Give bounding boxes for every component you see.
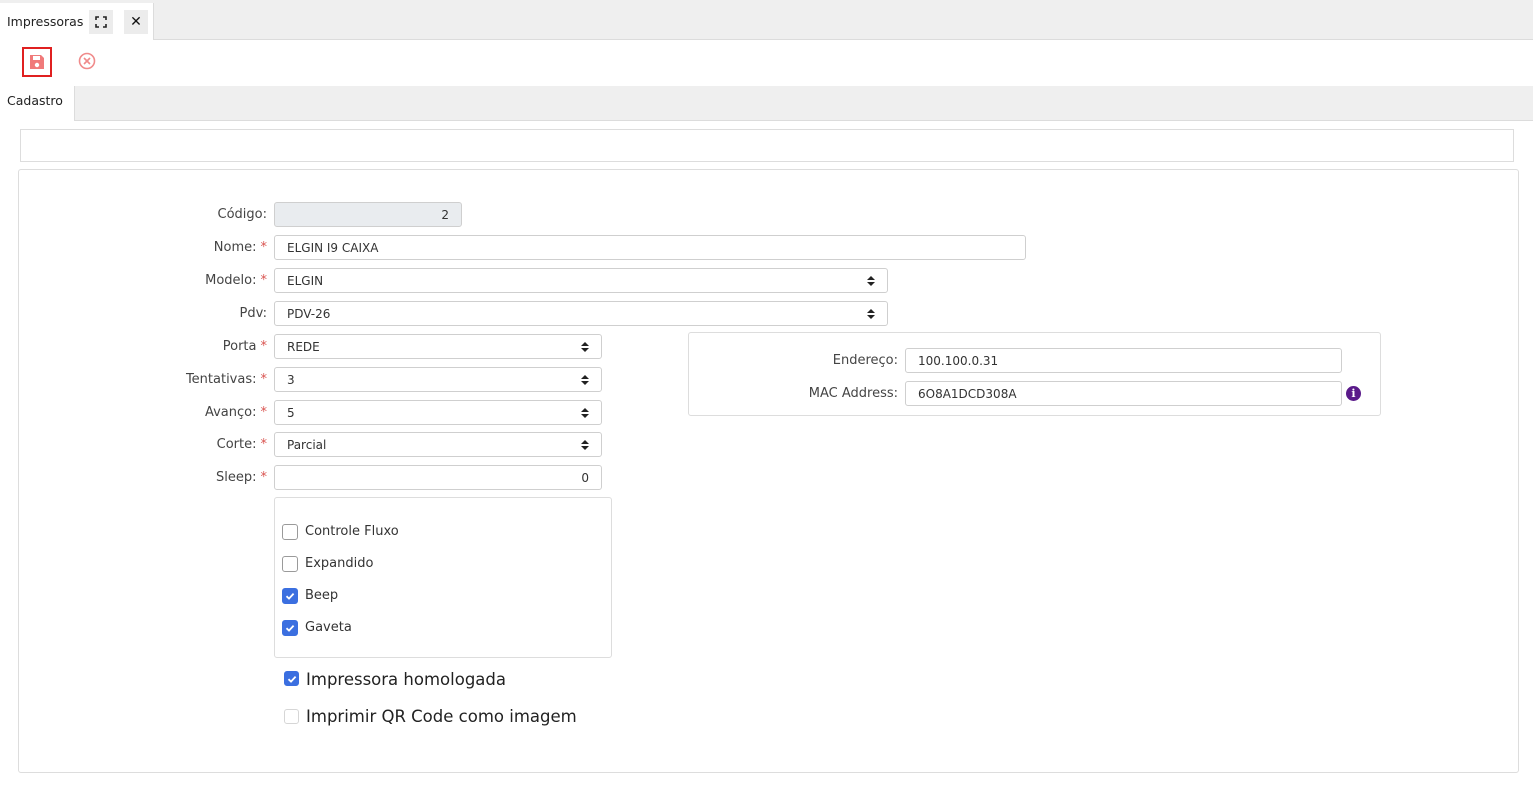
- sleep-input[interactable]: 0: [274, 465, 602, 490]
- tab-cadastro-label: Cadastro: [7, 93, 63, 108]
- tentativas-select[interactable]: 3: [274, 367, 602, 392]
- mac-address-input[interactable]: 6O8A1DCD308A: [905, 381, 1342, 406]
- codigo-field: 2: [274, 202, 462, 227]
- tab-impressoras[interactable]: Impressoras ✕: [0, 3, 154, 40]
- select-arrows-icon: [581, 440, 589, 450]
- checkmark-icon: [287, 675, 296, 683]
- qr-code-imagem-checkbox[interactable]: [284, 709, 299, 724]
- header-box: [20, 129, 1514, 162]
- porta-label: Porta *: [222, 339, 267, 354]
- checkmark-icon: [285, 592, 295, 600]
- expandido-label: Expandido: [305, 556, 374, 571]
- tab-title: Impressoras: [7, 14, 84, 29]
- nome-label: Nome: *: [213, 240, 267, 255]
- tentativas-label: Tentativas: *: [185, 372, 267, 387]
- select-arrows-icon: [867, 309, 875, 319]
- endereco-input[interactable]: 100.100.0.31: [905, 348, 1342, 373]
- modelo-label: Modelo: *: [205, 273, 267, 288]
- sleep-label: Sleep: *: [216, 470, 267, 485]
- beep-checkbox[interactable]: [282, 588, 298, 604]
- avanco-select[interactable]: 5: [274, 400, 602, 425]
- select-arrows-icon: [867, 276, 875, 286]
- porta-select[interactable]: REDE: [274, 334, 602, 359]
- controle-fluxo-checkbox[interactable]: [282, 524, 298, 540]
- gaveta-label: Gaveta: [305, 620, 352, 635]
- corte-select[interactable]: Parcial: [274, 432, 602, 457]
- avanco-label: Avanço: *: [204, 405, 267, 420]
- mac-address-label: MAC Address:: [808, 386, 898, 401]
- pdv-select[interactable]: PDV-26: [274, 301, 888, 326]
- section-tab-bar: Cadastro: [0, 86, 1533, 121]
- select-arrows-icon: [581, 375, 589, 385]
- select-arrows-icon: [581, 408, 589, 418]
- toolbar: [0, 40, 1533, 86]
- floppy-disk-icon: [30, 55, 44, 69]
- window-tab-strip: Impressoras ✕: [0, 0, 1533, 40]
- tab-cadastro[interactable]: Cadastro: [0, 86, 75, 121]
- impressora-homologada-label: Impressora homologada: [306, 670, 506, 689]
- endereco-label: Endereço:: [832, 353, 898, 368]
- select-arrows-icon: [581, 342, 589, 352]
- expand-icon[interactable]: [89, 10, 113, 34]
- nome-input[interactable]: ELGIN I9 CAIXA: [274, 235, 1026, 260]
- checkmark-icon: [285, 624, 295, 632]
- impressora-homologada-checkbox[interactable]: [284, 671, 299, 686]
- qr-code-imagem-label: Imprimir QR Code como imagem: [306, 707, 577, 726]
- pdv-label: Pdv:: [239, 306, 267, 321]
- corte-label: Corte: *: [216, 437, 267, 452]
- modelo-select[interactable]: ELGIN: [274, 268, 888, 293]
- beep-label: Beep: [305, 588, 339, 603]
- save-button[interactable]: [22, 47, 52, 77]
- info-icon[interactable]: i: [1346, 386, 1361, 401]
- gaveta-checkbox[interactable]: [282, 620, 298, 636]
- cancel-button[interactable]: [75, 49, 99, 73]
- controle-fluxo-label: Controle Fluxo: [305, 524, 399, 539]
- cancel-circle-icon: [78, 52, 96, 70]
- expandido-checkbox[interactable]: [282, 556, 298, 572]
- codigo-label: Código:: [217, 207, 267, 222]
- close-icon[interactable]: ✕: [124, 10, 148, 34]
